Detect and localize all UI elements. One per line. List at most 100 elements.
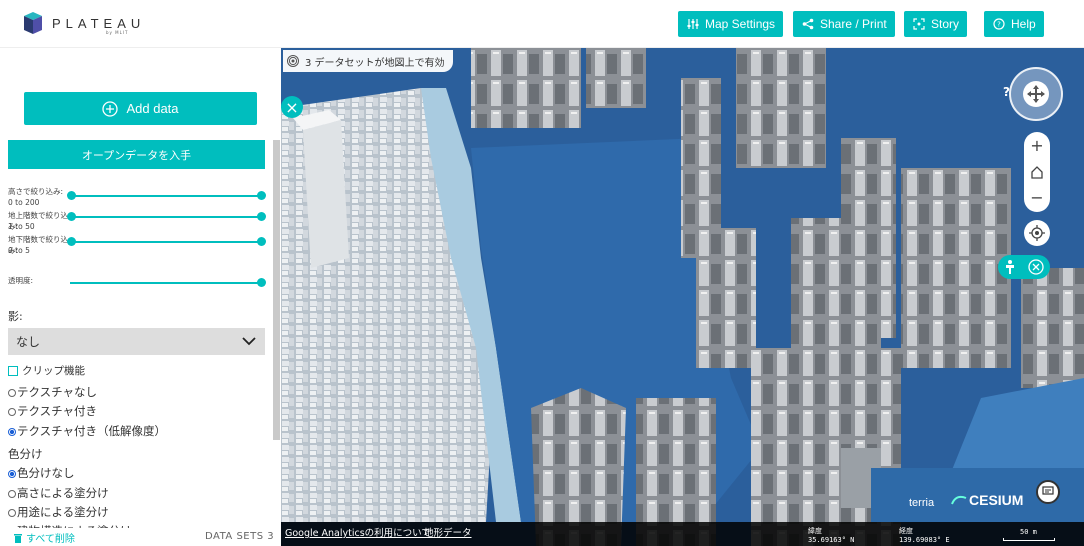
pedestrian-icon[interactable] — [1004, 260, 1016, 274]
scale-bar — [1003, 538, 1055, 541]
sidebar-footer: すべて削除 DATA SETS 3 — [0, 528, 281, 546]
height-filter-range: 0 to 200 — [8, 198, 40, 207]
color-option-0[interactable]: 色分けなし — [8, 465, 75, 481]
radio-button[interactable] — [8, 408, 16, 416]
add-data-button[interactable]: Add data — [24, 92, 257, 125]
share-icon — [802, 18, 814, 30]
close-icon: × — [285, 97, 299, 117]
app-root: PLATEAU by MLIT Map Settings Share / Pri… — [0, 0, 1084, 546]
chevron-down-icon — [242, 337, 256, 346]
height-filter-max-handle[interactable] — [257, 191, 266, 200]
active-datasets-label: 3 データセットが地図上で有効 — [305, 57, 445, 69]
basement-filter-min-handle[interactable] — [67, 237, 76, 246]
shadow-select[interactable]: なし — [8, 328, 265, 355]
remove-all-label: すべて削除 — [26, 534, 75, 545]
logo-subtitle: by MLIT — [106, 30, 129, 35]
clip-label: クリップ機能 — [22, 365, 85, 377]
logo-text: PLATEAU — [52, 15, 146, 31]
svg-text:?: ? — [997, 21, 1001, 29]
close-circle-icon[interactable] — [1028, 259, 1044, 275]
texture-option-1[interactable]: テクスチャ付き — [8, 403, 97, 419]
color-option-2[interactable]: 用途による塗分け — [8, 504, 109, 520]
zoom-controls: + − — [1024, 132, 1050, 212]
story-label: Story — [931, 17, 960, 31]
radio-button-selected[interactable] — [8, 470, 16, 478]
opacity-track[interactable] — [70, 282, 261, 284]
compass-center[interactable] — [1023, 81, 1049, 107]
active-datasets-pill[interactable]: 3 データセットが地図上で有効 — [283, 50, 453, 72]
zoom-in-icon[interactable]: + — [1030, 137, 1043, 154]
longitude-value: 139.69083° E — [899, 536, 950, 544]
feedback-button[interactable] — [1036, 480, 1060, 504]
cesium-text: CESIUM — [969, 492, 1024, 508]
terria-logo[interactable]: terria — [909, 497, 934, 509]
color-section-label: 色分け — [8, 447, 43, 461]
story-button[interactable]: Story — [904, 11, 968, 37]
color-option-label: 用途による塗分け — [17, 505, 109, 519]
map-viewer[interactable]: 3 データセットが地図上で有効 × ? + − terria CESIUM Go… — [281, 48, 1084, 546]
map-settings-button[interactable]: Map Settings — [678, 11, 784, 37]
help-label: Help — [1011, 17, 1036, 31]
city-3d-scene[interactable] — [281, 48, 1084, 546]
workbench-sidebar: Add data オープンデータを入手 高さで絞り込み: 0 to 200 地上… — [0, 48, 281, 546]
basement-filter-max-handle[interactable] — [257, 237, 266, 246]
datasets-count: DATA SETS 3 — [205, 531, 275, 542]
color-option-1[interactable]: 高さによる塗分け — [8, 485, 109, 501]
longitude-label: 経度 — [899, 527, 913, 535]
latitude-value: 35.69163° N — [808, 536, 855, 544]
basement-filter-track[interactable] — [70, 241, 261, 243]
story-icon — [913, 18, 925, 30]
chat-icon — [1042, 486, 1054, 495]
texture-option-0[interactable]: テクスチャなし — [8, 384, 97, 400]
clip-checkbox-row[interactable]: クリップ機能 — [8, 363, 85, 378]
latitude-label: 緯度 — [808, 527, 822, 535]
add-data-label: Add data — [126, 101, 179, 116]
home-icon[interactable] — [1030, 165, 1044, 179]
cesium-logo[interactable]: CESIUM — [951, 492, 1023, 508]
trash-icon — [14, 533, 22, 543]
texture-option-label: テクスチャなし — [17, 385, 98, 399]
floors-filter-min-handle[interactable] — [67, 212, 76, 221]
share-print-button[interactable]: Share / Print — [793, 11, 895, 37]
height-filter-label: 高さで絞り込み: — [8, 187, 64, 196]
zoom-out-icon[interactable]: − — [1030, 190, 1043, 206]
map-settings-label: Map Settings — [705, 17, 776, 31]
scale-label: 50 m — [1020, 528, 1037, 536]
remove-all-button[interactable]: すべて削除 — [14, 530, 75, 545]
cesium-mark-icon — [951, 495, 967, 505]
shadow-label: 影: — [8, 310, 23, 323]
basement-filter-range: 0 to 5 — [8, 246, 30, 255]
radio-button-selected[interactable] — [8, 428, 16, 436]
top-header: PLATEAU by MLIT Map Settings Share / Pri… — [0, 0, 1084, 48]
broadcast-icon — [287, 55, 299, 67]
shadow-select-value: なし — [16, 335, 41, 349]
terrain-data-link[interactable]: 地形データ — [424, 525, 472, 539]
radio-button[interactable] — [8, 389, 16, 397]
help-button[interactable]: ? Help — [984, 11, 1044, 37]
texture-option-2[interactable]: テクスチャ付き（低解像度） — [8, 423, 166, 439]
plus-circle-icon — [102, 100, 119, 117]
opacity-label: 透明度: — [8, 276, 34, 285]
open-data-button[interactable]: オープンデータを入手 — [8, 140, 265, 169]
move-arrows-icon — [1027, 85, 1045, 103]
compass-control[interactable] — [1009, 67, 1063, 121]
pedestrian-mode-control[interactable] — [998, 255, 1050, 279]
radio-button[interactable] — [8, 509, 16, 517]
my-location-button[interactable] — [1024, 220, 1050, 246]
collapse-panel-button[interactable]: × — [281, 96, 303, 118]
google-analytics-link[interactable]: Google Analyticsの利用について — [285, 525, 431, 539]
help-icon: ? — [993, 18, 1005, 30]
clip-checkbox[interactable] — [8, 366, 18, 376]
color-option-label: 色分けなし — [17, 466, 75, 480]
floors-filter-track[interactable] — [70, 216, 261, 218]
floors-filter-max-handle[interactable] — [257, 212, 266, 221]
opacity-handle[interactable] — [257, 278, 266, 287]
height-filter-track[interactable] — [70, 195, 261, 197]
sidebar-scrollbar[interactable] — [273, 140, 280, 440]
plateau-mark-icon — [24, 12, 42, 34]
sliders-icon — [687, 19, 699, 29]
texture-option-label: テクスチャ付き — [17, 404, 98, 418]
radio-button[interactable] — [8, 490, 16, 498]
height-filter-min-handle[interactable] — [67, 191, 76, 200]
texture-option-label: テクスチャ付き（低解像度） — [17, 424, 167, 438]
